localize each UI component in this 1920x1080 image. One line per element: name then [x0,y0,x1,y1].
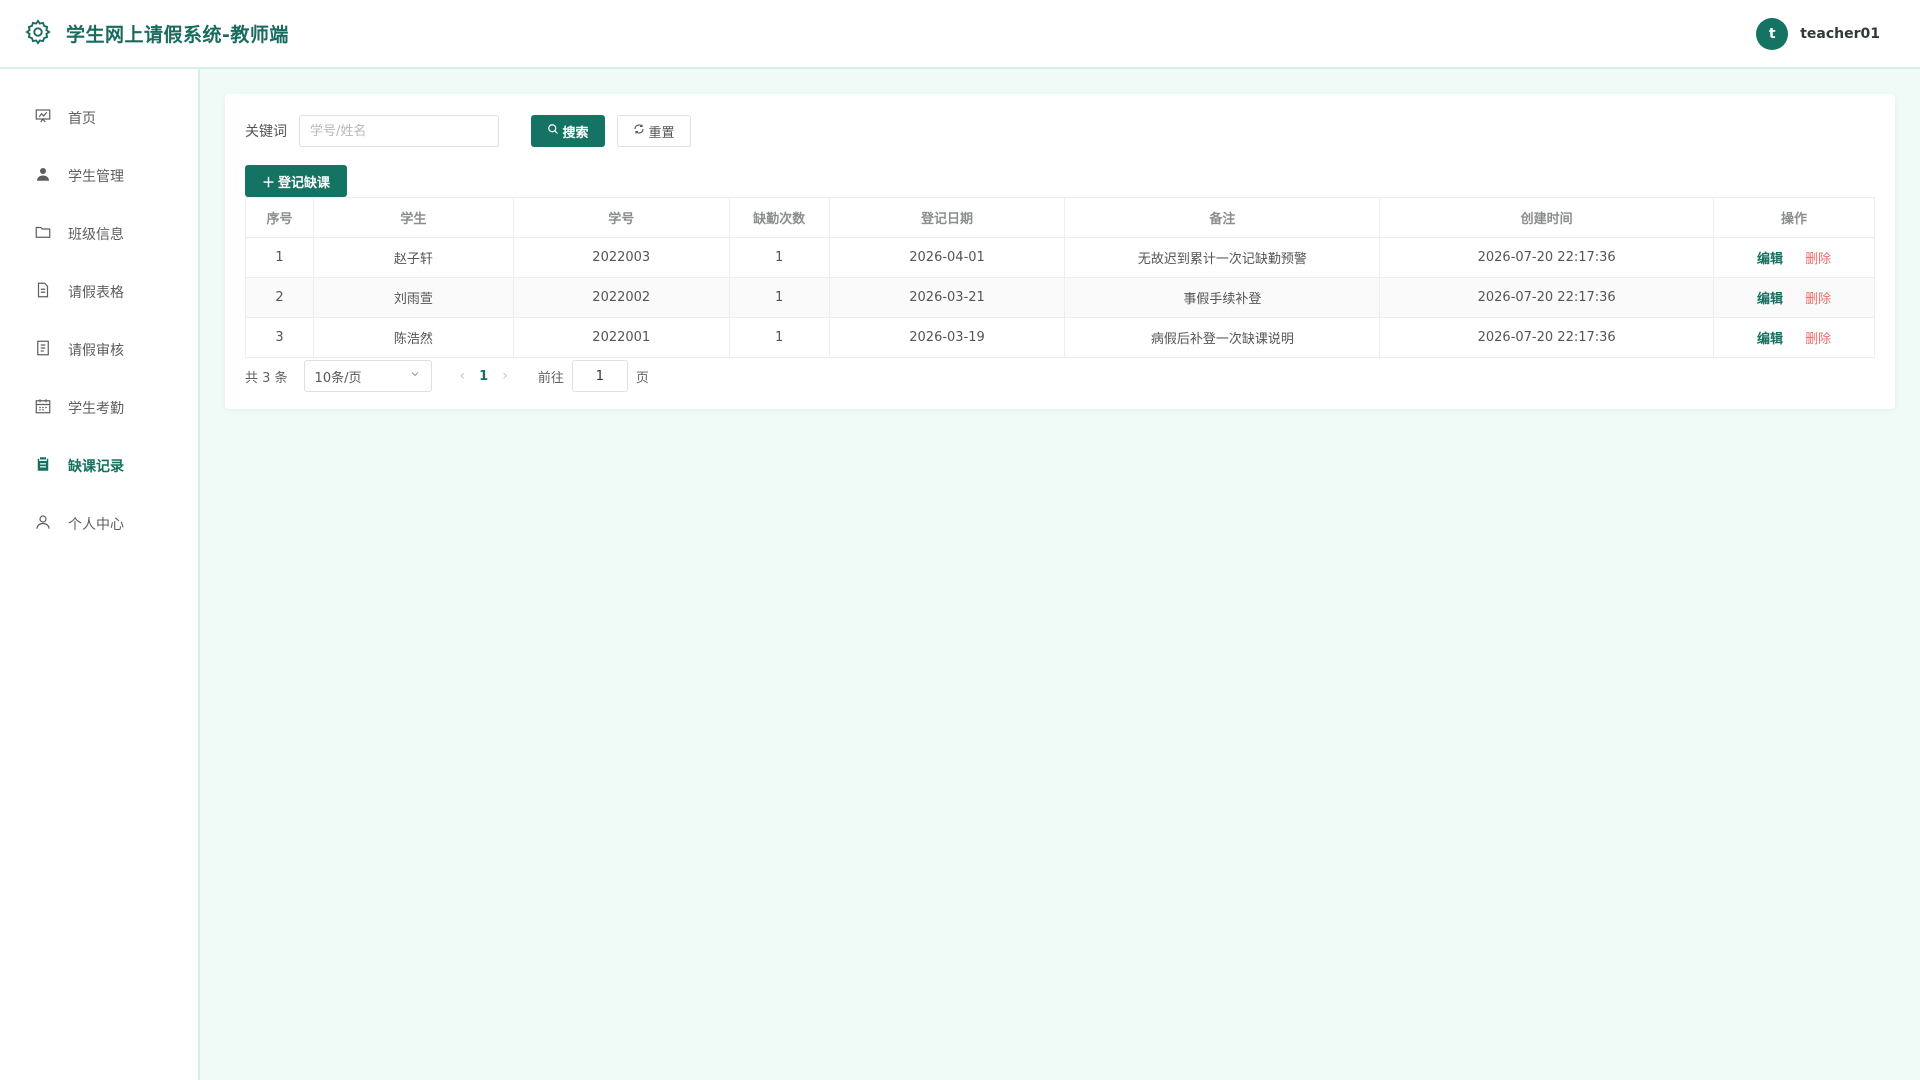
search-bar: 关键词 搜索 重置 [245,115,1875,147]
cell-student-id: 2022002 [512,277,730,318]
avatar[interactable]: t [1756,17,1789,50]
refresh-icon [633,123,645,139]
reset-button[interactable]: 重置 [617,115,691,147]
search-button-label: 搜索 [562,125,589,141]
cell-note: 病假后补登一次缺课说明 [1064,317,1381,358]
cell-note: 无故迟到累计一次记缺勤预警 [1064,237,1381,278]
edit-button[interactable]: 编辑 [1757,252,1783,267]
table-header-row: 序号 学生 学号 缺勤次数 登记日期 备注 创建时间 操作 [245,197,1875,238]
user-menu[interactable]: t teacher01 [1756,17,1880,50]
absence-table: 序号 学生 学号 缺勤次数 登记日期 备注 创建时间 操作 1 赵子轩 2022… [245,197,1875,358]
cell-student: 刘雨萱 [312,277,514,318]
main-card: 关键词 搜索 重置 ＋ 登记缺课 序号 学生 学号 缺勤次数 登记日期 备注 [225,94,1895,409]
cell-student: 赵子轩 [312,237,514,278]
cell-actions: 编辑 删除 [1713,277,1875,318]
page-size-value: 10条/页 [314,370,362,386]
column-header: 操作 [1713,197,1875,238]
page-suffix: 页 [635,370,649,386]
prev-page-button[interactable]: ‹ [460,368,466,384]
column-header: 备注 [1064,197,1381,238]
cell-created: 2026-07-20 22:17:36 [1379,277,1715,318]
search-icon [547,123,559,139]
page-size-select[interactable]: 10条/页 [303,360,432,392]
tickets-icon [34,339,52,361]
column-header: 学生 [312,197,514,238]
cell-student-id: 2022003 [512,237,730,278]
cell-count: 1 [728,277,830,318]
clipboard-icon [34,455,52,477]
folder-icon [34,223,52,245]
sidebar-item-label: 学生考勤 [68,401,124,417]
calendar-icon [34,397,52,419]
cell-count: 1 [728,237,830,278]
cell-note: 事假手续补登 [1064,277,1381,318]
goto-label: 前往 [537,370,564,386]
cell-created: 2026-07-20 22:17:36 [1379,237,1715,278]
table-row: 1 赵子轩 2022003 1 2026-04-01 无故迟到累计一次记缺勤预警… [245,237,1875,278]
search-input[interactable] [299,115,499,147]
cell-student: 陈浩然 [312,317,514,358]
cell-actions: 编辑 删除 [1713,317,1875,358]
sidebar-item-classes[interactable]: 班级信息 [0,205,198,263]
column-header: 登记日期 [828,197,1066,238]
goto-page-input[interactable] [571,360,628,392]
cell-actions: 编辑 删除 [1713,237,1875,278]
add-button-label: 登记缺课 [278,175,331,191]
cell-date: 2026-04-01 [828,237,1066,278]
cell-date: 2026-03-19 [828,317,1066,358]
sidebar-item-label: 学生管理 [68,169,124,185]
column-header: 创建时间 [1379,197,1715,238]
top-header: 学生网上请假系统-教师端 t teacher01 [0,0,1920,69]
gear-icon [24,18,52,50]
delete-button[interactable]: 删除 [1805,252,1831,267]
column-header: 缺勤次数 [728,197,830,238]
add-absence-button[interactable]: ＋ 登记缺课 [245,165,347,197]
cell-index: 1 [245,237,314,278]
sidebar-item-profile[interactable]: 个人中心 [0,495,198,553]
sidebar-item-label: 首页 [68,111,96,127]
sidebar-item-leave-form[interactable]: 请假表格 [0,263,198,321]
column-header: 序号 [245,197,314,238]
cell-student-id: 2022001 [512,317,730,358]
cell-count: 1 [728,317,830,358]
sidebar-item-attendance[interactable]: 学生考勤 [0,379,198,437]
user-icon [34,165,52,187]
sidebar-item-label: 班级信息 [68,227,124,243]
chevron-down-icon [409,368,421,384]
table-row: 3 陈浩然 2022001 1 2026-03-19 病假后补登一次缺课说明 2… [245,317,1875,358]
total-count: 共 3 条 [245,370,288,386]
edit-button[interactable]: 编辑 [1757,292,1783,307]
next-page-button[interactable]: › [502,368,508,384]
edit-button[interactable]: 编辑 [1757,332,1783,347]
search-button[interactable]: 搜索 [531,115,605,147]
sidebar-item-absence-records[interactable]: 缺课记录 [0,437,198,495]
delete-button[interactable]: 删除 [1805,292,1831,307]
sidebar-item-label: 请假表格 [68,285,124,301]
keyword-label: 关键词 [245,124,287,140]
cell-index: 2 [245,277,314,318]
current-page[interactable]: 1 [479,369,488,384]
column-header: 学号 [512,197,730,238]
sidebar-item-label: 个人中心 [68,517,124,533]
document-icon [34,281,52,303]
user-outline-icon [34,513,52,535]
sidebar-item-leave-review[interactable]: 请假审核 [0,321,198,379]
delete-button[interactable]: 删除 [1805,332,1831,347]
sidebar-item-label: 请假审核 [68,343,124,359]
sidebar: 首页 学生管理 班级信息 请假表格 请假审核 学生考勤 缺课记录 个人中心 [0,69,200,1080]
plus-icon: ＋ [261,175,275,191]
cell-created: 2026-07-20 22:17:36 [1379,317,1715,358]
app-title: 学生网上请假系统-教师端 [66,24,289,46]
table-row: 2 刘雨萱 2022002 1 2026-03-21 事假手续补登 2026-0… [245,277,1875,318]
sidebar-item-students[interactable]: 学生管理 [0,147,198,205]
presentation-icon [34,107,52,129]
reset-button-label: 重置 [648,125,675,141]
cell-index: 3 [245,317,314,358]
brand: 学生网上请假系统-教师端 [24,18,289,50]
username[interactable]: teacher01 [1800,26,1880,42]
pagination: 共 3 条 10条/页 ‹ 1 › 前往 页 [245,358,1875,394]
cell-date: 2026-03-21 [828,277,1066,318]
sidebar-item-label: 缺课记录 [68,459,124,475]
sidebar-item-home[interactable]: 首页 [0,89,198,147]
